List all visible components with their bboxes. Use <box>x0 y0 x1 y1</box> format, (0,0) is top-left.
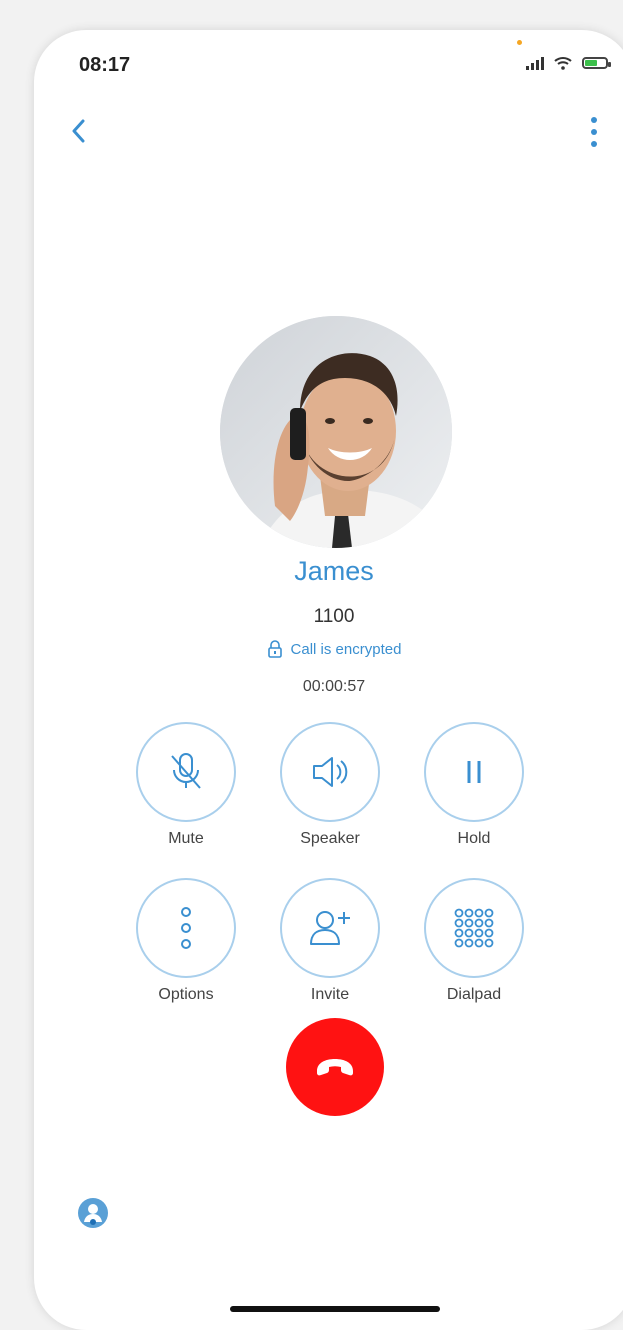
phone-hangup-icon <box>317 1059 353 1076</box>
mic-off-icon <box>171 753 201 789</box>
add-person-icon <box>310 911 350 945</box>
options-label: Options <box>158 986 214 1003</box>
dialpad-icon <box>454 908 494 948</box>
status-time: 08:17 <box>79 54 131 76</box>
phone-screen: 08:17 James 1100 Call is encrypted 00:00… <box>34 30 623 1330</box>
hold-label: Hold <box>457 830 491 847</box>
lock-icon <box>267 640 282 658</box>
home-indicator <box>230 1306 440 1312</box>
options-button-circle[interactable] <box>136 878 236 978</box>
dots-vertical-icon <box>181 907 191 949</box>
privacy-indicator-dot <box>517 40 522 45</box>
hold-button-circle[interactable] <box>424 722 524 822</box>
hold-button[interactable]: Hold <box>422 722 526 848</box>
caller-number: 1100 <box>313 606 355 627</box>
mute-button-circle[interactable] <box>136 722 236 822</box>
mute-label: Mute <box>168 830 204 847</box>
invite-button-circle[interactable] <box>280 878 380 978</box>
back-chevron-icon[interactable] <box>64 116 94 146</box>
call-duration: 00:00:57 <box>302 678 366 695</box>
dialpad-button[interactable]: Dialpad <box>422 878 526 1004</box>
pause-icon <box>467 761 481 783</box>
dialpad-button-circle[interactable] <box>424 878 524 978</box>
encryption-label: Call is encrypted <box>290 640 402 658</box>
mute-button[interactable]: Mute <box>134 722 238 848</box>
wifi-icon <box>554 57 572 70</box>
more-options-icon[interactable] <box>584 114 604 150</box>
encryption-status: Call is encrypted <box>34 640 623 658</box>
options-button[interactable]: Options <box>134 878 238 1004</box>
invite-label: Invite <box>310 986 350 1003</box>
call-controls: Mute Speaker Hold Options Invite Dialpad <box>134 722 538 1004</box>
speaker-button-circle[interactable] <box>280 722 380 822</box>
caller-name: James <box>294 556 374 586</box>
speaker-button[interactable]: Speaker <box>278 722 382 848</box>
speaker-label: Speaker <box>300 830 360 847</box>
account-status-icon[interactable] <box>76 1196 110 1230</box>
caller-avatar <box>220 316 452 548</box>
signal-icon <box>526 56 544 70</box>
hangup-button[interactable] <box>286 1018 384 1116</box>
battery-icon <box>582 57 611 69</box>
speaker-icon <box>313 757 348 787</box>
dialpad-label: Dialpad <box>446 986 502 1003</box>
status-icons <box>526 56 611 70</box>
invite-button[interactable]: Invite <box>278 878 382 1004</box>
